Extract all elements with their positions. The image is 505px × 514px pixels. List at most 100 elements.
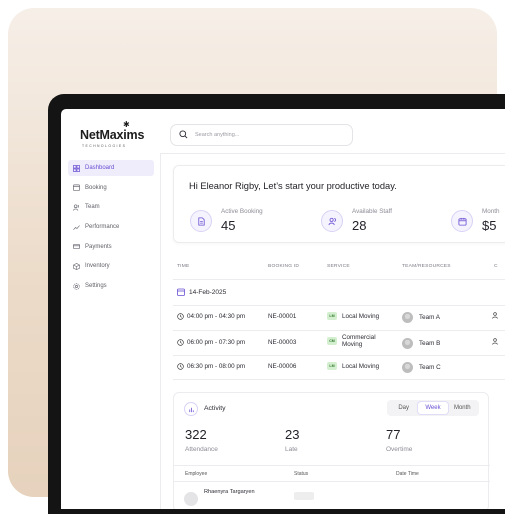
brand-name: NetMaxims [80, 128, 145, 142]
gear-icon [73, 282, 80, 290]
stat-value: $5 [482, 218, 497, 233]
team-cell: Team B [402, 338, 440, 349]
time-cell: 06:30 pm - 08:00 pm [177, 363, 245, 370]
clock-icon [177, 363, 184, 370]
table-row[interactable]: 04:00 pm - 04:30 pm NE-00001 LM Local Mo… [173, 305, 505, 330]
team-icon [73, 204, 79, 211]
calendar-icon [177, 288, 185, 296]
team-name: Team C [419, 364, 441, 371]
grid-icon [73, 164, 80, 172]
time-cell: 04:00 pm - 04:30 pm [177, 313, 245, 320]
booking-id[interactable]: NE-00001 [268, 313, 296, 320]
service-badge: LM [327, 312, 337, 320]
column-header-cut[interactable]: C [494, 264, 498, 269]
staff-icon [321, 210, 343, 232]
sidebar-item-label: Settings [85, 283, 107, 290]
sidebar-item-label: Dashboard [85, 165, 115, 171]
table-divider [173, 379, 505, 380]
search-icon [179, 130, 188, 139]
period-toggle: Day Week Month [387, 400, 479, 416]
employee-name[interactable]: Rhaenyra Targaryen [204, 489, 255, 495]
app-screen: ✱ NetMaxims TECHNOLOGIES Dashboard Booki… [61, 109, 505, 509]
brand-tagline: TECHNOLOGIES [82, 144, 127, 148]
tab-day[interactable]: Day [389, 402, 418, 414]
metric-late: 23 Late [285, 427, 299, 453]
metric-value: 23 [285, 427, 300, 442]
column-header-service[interactable]: SERVICE [327, 264, 350, 269]
welcome-card: Hi Eleanor Rigby, Let’s start your produ… [173, 165, 505, 243]
card-icon [73, 244, 80, 250]
sidebar-divider [160, 153, 161, 509]
header-divider [160, 153, 505, 154]
stat-value: 28 [352, 218, 367, 233]
sidebar-item-booking[interactable]: Booking [68, 180, 154, 196]
table-row[interactable]: 06:00 pm - 07:30 pm NE-00003 CM Commerci… [173, 330, 505, 355]
person-icon [492, 338, 498, 347]
calendar-icon [73, 184, 80, 192]
document-icon [190, 210, 212, 232]
date-label: 14-Feb-2025 [189, 288, 227, 296]
sidebar-item-settings[interactable]: Settings [68, 278, 154, 294]
service-name: Local Moving [342, 312, 380, 320]
sidebar-item-performance[interactable]: Performance [68, 219, 154, 235]
column-header-date-time[interactable]: Date Time [396, 471, 419, 477]
sidebar-item-dashboard[interactable]: Dashboard [68, 160, 154, 176]
avatar [184, 492, 198, 506]
stat-value: 45 [221, 218, 236, 233]
sidebar-item-team[interactable]: Team [68, 199, 154, 215]
table-divider [173, 279, 505, 280]
tab-week[interactable]: Week [418, 402, 448, 414]
brand-logo[interactable]: ✱ NetMaxims TECHNOLOGIES [80, 120, 150, 153]
column-header-time[interactable]: TIME [177, 264, 189, 269]
search-input[interactable] [195, 128, 345, 142]
booking-id[interactable]: NE-00006 [268, 363, 296, 370]
team-name: Team B [419, 340, 441, 347]
tab-month[interactable]: Month [448, 402, 477, 414]
metric-value: 77 [386, 427, 401, 442]
column-header-team[interactable]: TEAM/RESOURCES [402, 264, 451, 269]
trend-icon [73, 224, 80, 230]
avatar [402, 362, 413, 373]
team-name: Team A [419, 314, 440, 321]
date-group-header: 14-Feb-2025 [177, 288, 226, 296]
column-header-booking-id[interactable]: BOOKING ID [268, 264, 299, 269]
team-cell: Team C [402, 362, 441, 373]
activity-title: Activity [204, 405, 226, 412]
sidebar-item-label: Payments [85, 243, 112, 250]
service-cell: LM Local Moving [327, 312, 379, 320]
metric-value: 322 [185, 427, 207, 442]
box-icon [73, 263, 80, 270]
service-badge: LM [327, 362, 337, 370]
service-cell: LM Local Moving [327, 362, 379, 370]
time-text: 06:00 pm - 07:30 pm [187, 339, 246, 346]
service-badge: CM [327, 337, 337, 345]
service-name: Local Moving [342, 362, 380, 370]
time-text: 04:00 pm - 04:30 pm [187, 313, 246, 320]
search-box[interactable] [170, 124, 353, 146]
table-row[interactable]: 06:30 pm - 08:00 pm NE-00006 LM Local Mo… [173, 355, 505, 380]
time-cell: 06:00 pm - 07:30 pm [177, 339, 245, 346]
metric-attendance: 322 Attendance [185, 427, 218, 453]
sidebar-item-inventory[interactable]: Inventory [68, 258, 154, 274]
sidebar-nav: Dashboard Booking Team Performance Payme… [68, 160, 154, 298]
metric-label: Late [285, 446, 298, 453]
activity-card: Activity Day Week Month 322 Attendance 2… [173, 392, 490, 509]
column-header-status[interactable]: Status [294, 471, 308, 477]
calendar-icon [451, 210, 473, 232]
status-badge [294, 492, 314, 500]
sidebar-item-label: Team [85, 204, 100, 211]
sidebar-item-label: Inventory [85, 263, 110, 270]
team-cell: Team A [402, 312, 440, 323]
sidebar-item-label: Booking [85, 184, 107, 191]
column-header-employee[interactable]: Employee [185, 471, 207, 477]
time-text: 06:30 pm - 08:00 pm [187, 363, 246, 370]
booking-id[interactable]: NE-00003 [268, 339, 296, 346]
sidebar-item-label: Performance [85, 224, 120, 231]
bar-chart-icon [184, 402, 198, 416]
avatar [402, 312, 413, 323]
stat-label: Available Staff [352, 208, 393, 215]
sidebar-item-payments[interactable]: Payments [68, 239, 154, 255]
person-icon [492, 312, 498, 321]
metric-label: Overtime [386, 446, 413, 453]
activity-divider [174, 465, 490, 466]
